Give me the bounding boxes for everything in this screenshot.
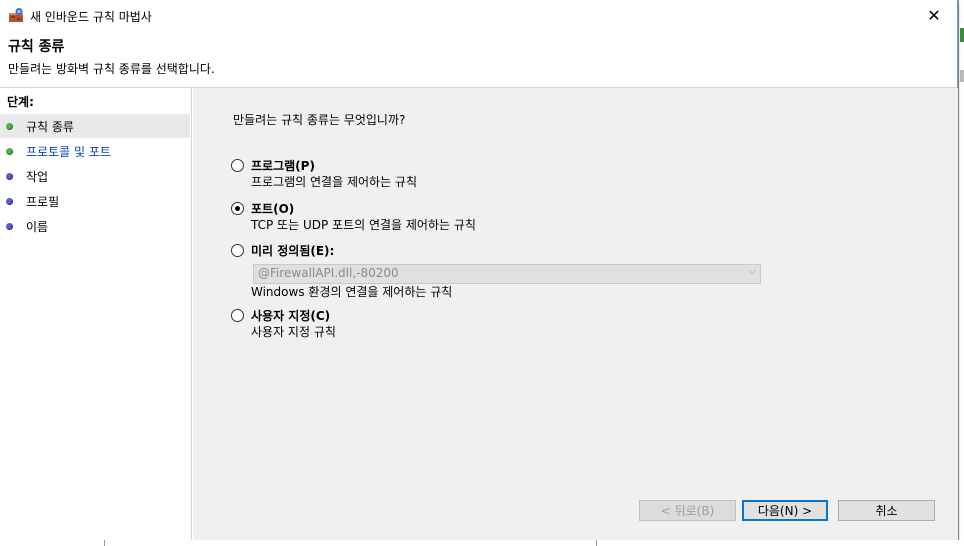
- background-fragment: [104, 540, 105, 546]
- radio-program[interactable]: [231, 159, 244, 172]
- chevron-down-icon: ⌵: [748, 266, 756, 277]
- step-pending-icon: [6, 172, 13, 180]
- firewall-icon: [9, 8, 23, 22]
- background-fragment: [960, 28, 964, 42]
- predefined-rule-select[interactable]: @FirewallAPI.dll,-80200 ⌵: [253, 264, 761, 284]
- background-fragment: [596, 540, 597, 546]
- radio-custom[interactable]: [231, 309, 244, 322]
- cancel-button[interactable]: 취소: [838, 500, 935, 521]
- option-description: TCP 또는 UDP 포트의 연결을 제어하는 규칙: [251, 218, 476, 232]
- back-button[interactable]: < 뒤로(B): [639, 500, 736, 521]
- step-name: 이름: [0, 214, 190, 238]
- radio-predefined[interactable]: [231, 244, 244, 257]
- option-label[interactable]: 미리 정의됨(E):: [251, 242, 334, 259]
- step-pending-icon: [6, 197, 13, 205]
- steps-panel: 단계: 규칙 종류 프로토콜 및 포트 작업 프로필 이름: [0, 88, 192, 540]
- step-label: 프로필: [26, 194, 60, 209]
- steps-title: 단계:: [7, 95, 34, 109]
- option-label[interactable]: 포트(O): [251, 200, 294, 217]
- page-subtitle: 만들려는 방화벽 규칙 종류를 선택합니다.: [8, 62, 215, 76]
- step-done-icon: [6, 122, 13, 130]
- background-window-edge: [958, 0, 964, 546]
- wizard-header: 규칙 종류 만들려는 방화벽 규칙 종류를 선택합니다.: [0, 31, 957, 88]
- wizard-window: 새 인바운드 규칙 마법사 ✕ 규칙 종류 만들려는 방화벽 규칙 종류를 선택…: [0, 0, 958, 540]
- option-description: 사용자 지정 규칙: [251, 325, 336, 339]
- step-label: 이름: [26, 219, 49, 234]
- step-label: 작업: [26, 169, 49, 184]
- step-protocol-ports[interactable]: 프로토콜 및 포트: [0, 139, 190, 163]
- option-label[interactable]: 사용자 지정(C): [251, 307, 330, 324]
- option-description: 프로그램의 연결을 제어하는 규칙: [251, 175, 418, 189]
- background-fragment: [960, 70, 964, 82]
- option-description: Windows 환경의 연결을 제어하는 규칙: [251, 285, 453, 299]
- window-title: 새 인바운드 규칙 마법사: [30, 10, 152, 24]
- close-button[interactable]: ✕: [911, 0, 957, 31]
- step-pending-icon: [6, 222, 13, 230]
- step-profile: 프로필: [0, 189, 190, 213]
- step-label: 규칙 종류: [26, 119, 74, 134]
- background-window-edge: [0, 540, 964, 546]
- select-value: @FirewallAPI.dll,-80200: [258, 266, 399, 280]
- step-action: 작업: [0, 164, 190, 188]
- title-bar: 새 인바운드 규칙 마법사 ✕: [0, 0, 957, 31]
- option-label[interactable]: 프로그램(P): [251, 157, 315, 174]
- radio-port[interactable]: [231, 202, 244, 215]
- step-label[interactable]: 프로토콜 및 포트: [26, 143, 111, 160]
- step-done-icon: [6, 147, 13, 155]
- next-button[interactable]: 다음(N) >: [742, 500, 828, 521]
- page-title: 규칙 종류: [8, 39, 65, 55]
- content-panel: 만들려는 규칙 종류는 무엇입니까? 프로그램(P) 프로그램의 연결을 제어하…: [192, 88, 958, 540]
- step-rule-type: 규칙 종류: [0, 114, 190, 138]
- question-text: 만들려는 규칙 종류는 무엇입니까?: [233, 113, 406, 127]
